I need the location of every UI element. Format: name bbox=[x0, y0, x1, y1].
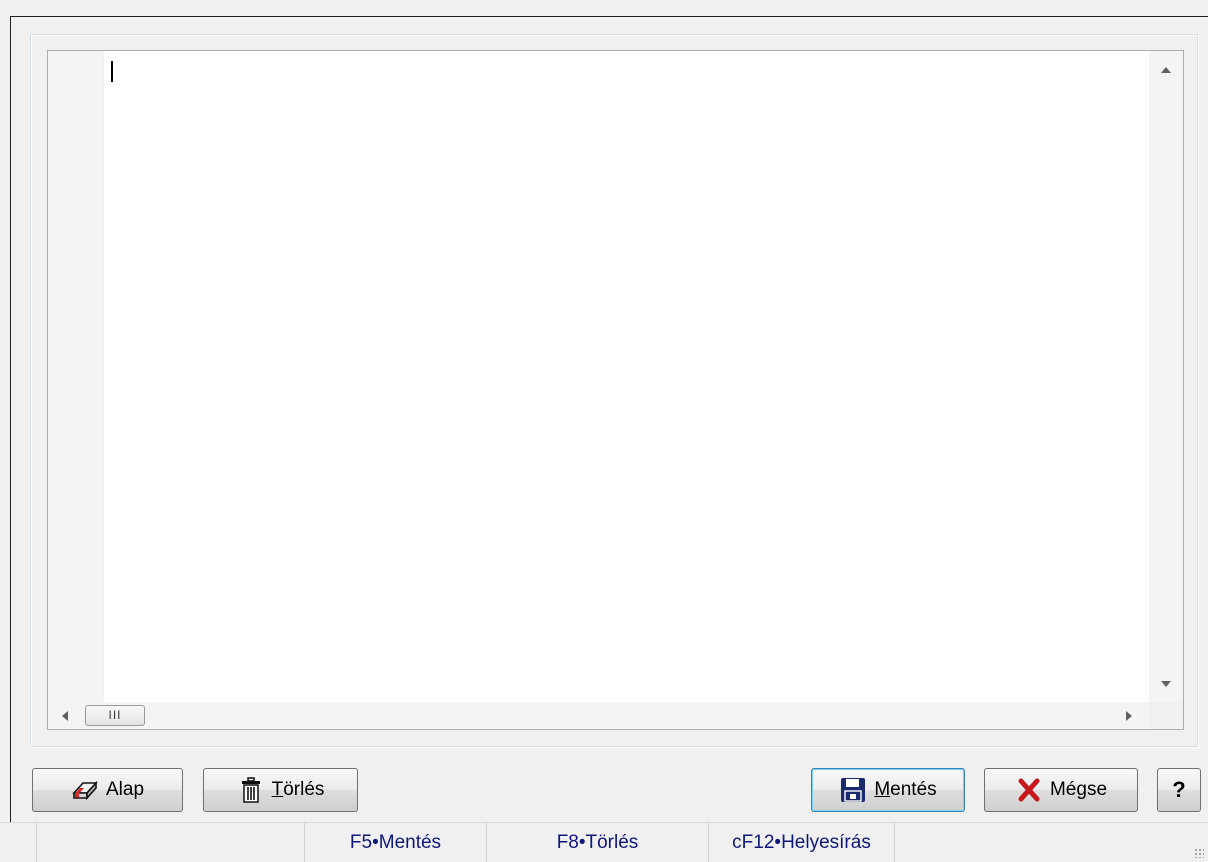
horizontal-scrollbar[interactable]: III bbox=[48, 702, 1150, 729]
resize-grip-icon[interactable] bbox=[1194, 848, 1204, 858]
torles-mnemonic: T bbox=[271, 779, 284, 800]
floppy-disk-icon bbox=[839, 776, 867, 804]
eraser-icon bbox=[71, 776, 99, 804]
help-button-label: ? bbox=[1172, 777, 1186, 802]
torles-button-label: Törlés bbox=[272, 779, 325, 801]
horizontal-scroll-thumb[interactable]: III bbox=[85, 705, 145, 726]
megse-button-label: Mégse bbox=[1049, 779, 1108, 800]
alap-button-label: Alap bbox=[105, 779, 145, 800]
mentes-mnemonic: M bbox=[874, 779, 891, 800]
trash-icon bbox=[237, 776, 265, 804]
status-bar: F5•Mentés F8•Törlés cF12•Helyesírás bbox=[0, 822, 1208, 862]
status-shortcut-delete[interactable]: F8•Törlés bbox=[486, 823, 708, 862]
vertical-scrollbar[interactable] bbox=[1149, 51, 1183, 703]
scroll-down-arrow-icon[interactable] bbox=[1161, 681, 1171, 687]
torles-button[interactable]: Törlés bbox=[203, 768, 358, 812]
megse-button[interactable]: Mégse bbox=[984, 768, 1138, 812]
status-shortcut-spellcheck[interactable]: cF12•Helyesírás bbox=[708, 823, 895, 862]
scroll-left-arrow-icon[interactable] bbox=[62, 711, 68, 721]
scrollbar-corner bbox=[1149, 702, 1183, 729]
text-caret bbox=[111, 61, 113, 82]
help-button[interactable]: ? bbox=[1157, 768, 1201, 812]
alap-button[interactable]: Alap bbox=[32, 768, 183, 812]
mentes-label-rest: entés bbox=[890, 779, 937, 800]
scroll-thumb-grip: III bbox=[108, 708, 122, 722]
mentes-button-label: Mentés bbox=[874, 779, 936, 801]
status-cell-blank bbox=[36, 823, 304, 862]
scroll-right-arrow-icon[interactable] bbox=[1126, 711, 1132, 721]
editor-gutter bbox=[48, 51, 104, 703]
close-icon bbox=[1015, 776, 1043, 804]
text-editor[interactable]: III bbox=[47, 50, 1184, 730]
torles-label-rest: örlés bbox=[283, 779, 325, 800]
scroll-up-arrow-icon[interactable] bbox=[1161, 67, 1171, 73]
mentes-button[interactable]: Mentés bbox=[811, 768, 965, 812]
status-shortcut-save[interactable]: F5•Mentés bbox=[304, 823, 486, 862]
